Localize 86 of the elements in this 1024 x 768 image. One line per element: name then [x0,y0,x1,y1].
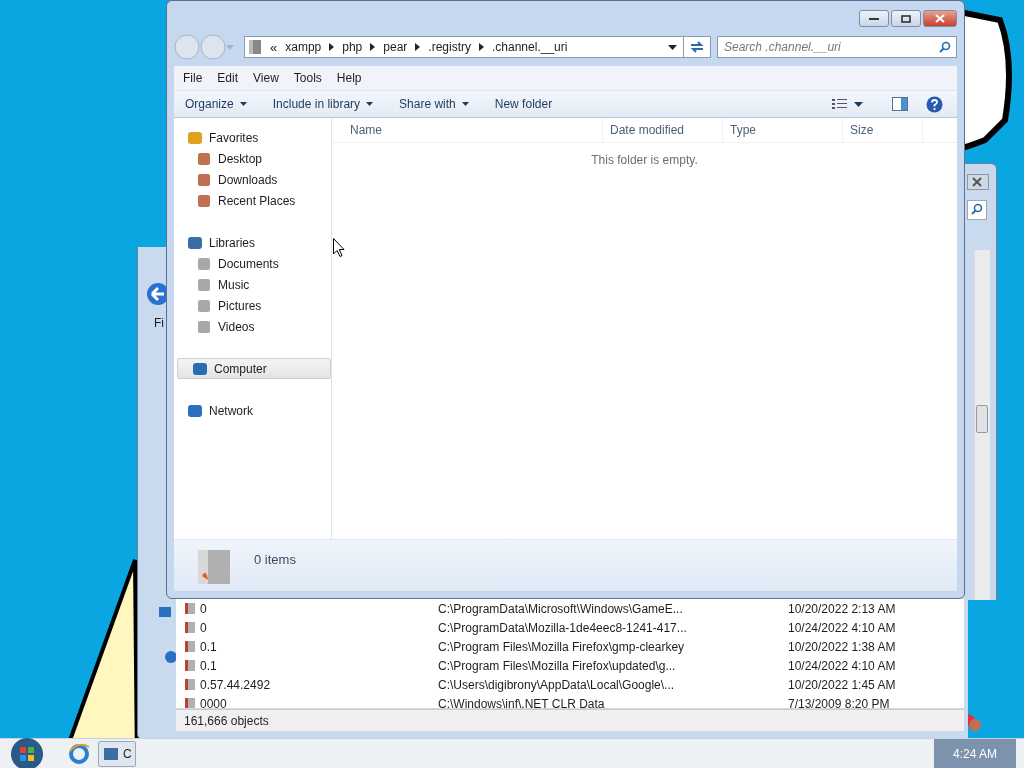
file-icon [184,697,196,708]
preview-pane-icon[interactable] [892,97,908,111]
address-bar[interactable]: « xampp php pear .registry .channel.__uri [244,36,684,58]
file-name: 0.1 [200,639,217,654]
dropdown-icon[interactable] [668,44,677,50]
file-name: 0000 [200,696,227,708]
breadcrumb[interactable]: php [342,40,363,54]
taskbar-button[interactable]: C [98,741,136,767]
nav-item[interactable]: Recent Places [174,190,331,211]
overflow-chevron[interactable]: « [270,39,278,55]
breadcrumb[interactable]: xampp [285,40,322,54]
close-icon [970,177,984,187]
date-modified: 10/24/2022 4:10 AM [788,620,896,635]
file-icon [184,640,196,653]
help-icon[interactable] [926,95,943,113]
file-path: C:\ProgramData\Microsoft\Windows\GameE... [438,601,684,616]
close-button[interactable] [967,174,989,190]
nav-item[interactable]: Network [174,400,331,421]
file-name: 0.57.44.2492 [200,677,271,692]
file-path: C:\ProgramData\Mozilla-1de4eec8-1241-417... [438,620,688,635]
refresh-button[interactable] [683,36,711,58]
toolbar-button[interactable]: Include in library [261,94,385,114]
nav-item[interactable]: Favorites [174,127,331,148]
search-icon[interactable] [967,200,987,220]
nav-item[interactable]: Pictures [174,295,331,316]
file-name: 0.1 [200,658,217,673]
menu-item[interactable]: Help [330,69,368,87]
chevron-icon[interactable] [329,43,335,51]
nav-item[interactable]: Documents [174,253,331,274]
file-path: C:\Users\digibrony\AppData\Local\Google\... [438,677,676,692]
close-icon [934,14,946,23]
menu-item[interactable]: Fi [154,316,164,330]
browser-icon[interactable] [68,743,90,765]
close-button[interactable] [923,10,957,27]
search-icon[interactable] [939,41,951,53]
toolbar-button[interactable]: Organize [174,94,258,114]
nav-item[interactable]: Desktop [174,148,331,169]
breadcrumb[interactable]: .channel.__uri [492,40,568,54]
file-path: C:\Windows\inf\.NET CLR Data [438,696,606,708]
scrollbar[interactable] [974,250,990,600]
column-header[interactable]: Date modified [603,118,723,142]
start-button[interactable] [10,737,44,768]
list-view-icon [832,98,848,110]
file-icon [184,678,196,691]
date-modified: 7/13/2009 8:20 PM [788,696,890,708]
file-icon [184,659,196,672]
file-icon [184,602,196,615]
breadcrumb[interactable]: pear [383,40,408,54]
menu-item[interactable]: View [247,69,285,87]
breadcrumb[interactable]: .registry [428,40,471,54]
nav-item[interactable]: Videos [174,316,331,337]
date-modified: 10/20/2022 1:45 AM [788,677,896,692]
chevron-icon[interactable] [370,43,376,51]
nav-item[interactable]: Libraries [174,232,331,253]
toolbar-button[interactable]: New folder [483,94,564,114]
menu-item[interactable]: Edit [211,69,245,87]
toolbar-button[interactable]: Share with [388,94,480,114]
maximize-icon [901,14,911,23]
date-modified: 10/20/2022 2:13 AM [788,601,896,616]
nav-item[interactable]: Music [174,274,331,295]
cursor-icon [333,238,345,257]
nav-item[interactable]: Downloads [174,169,331,190]
chevron-icon[interactable] [479,43,484,51]
file-path: C:\Program Files\Mozilla Firefox\gmp-clearkey [438,639,686,654]
column-header[interactable]: Size [843,118,923,142]
file-name: 0 [200,620,207,635]
item-count: 0 items [254,552,296,567]
refresh-icon [689,40,705,54]
caret-icon [854,101,863,107]
date-modified: 10/20/2022 1:38 AM [788,639,896,654]
status-bar: 161,666 objects [176,709,964,731]
window-icon [103,746,119,762]
menu-item[interactable]: File [177,69,209,87]
search-field[interactable]: Search .channel.__uri [717,36,957,58]
column-header[interactable]: Name [332,118,603,142]
chevron-icon[interactable] [415,43,421,51]
maximize-button[interactable] [891,10,921,27]
empty-message: This folder is empty. [590,153,699,167]
file-path: C:\Program Files\Mozilla Firefox\updated\g... [438,658,677,673]
column-header[interactable]: Type [723,118,843,142]
date-modified: 10/24/2022 4:10 AM [788,658,896,673]
nav-item[interactable]: Computer [177,358,331,379]
file-name: 0 [200,601,207,616]
file-icon [184,621,196,634]
menu-item[interactable]: Tools [287,69,328,87]
minimize-button[interactable] [859,10,889,27]
